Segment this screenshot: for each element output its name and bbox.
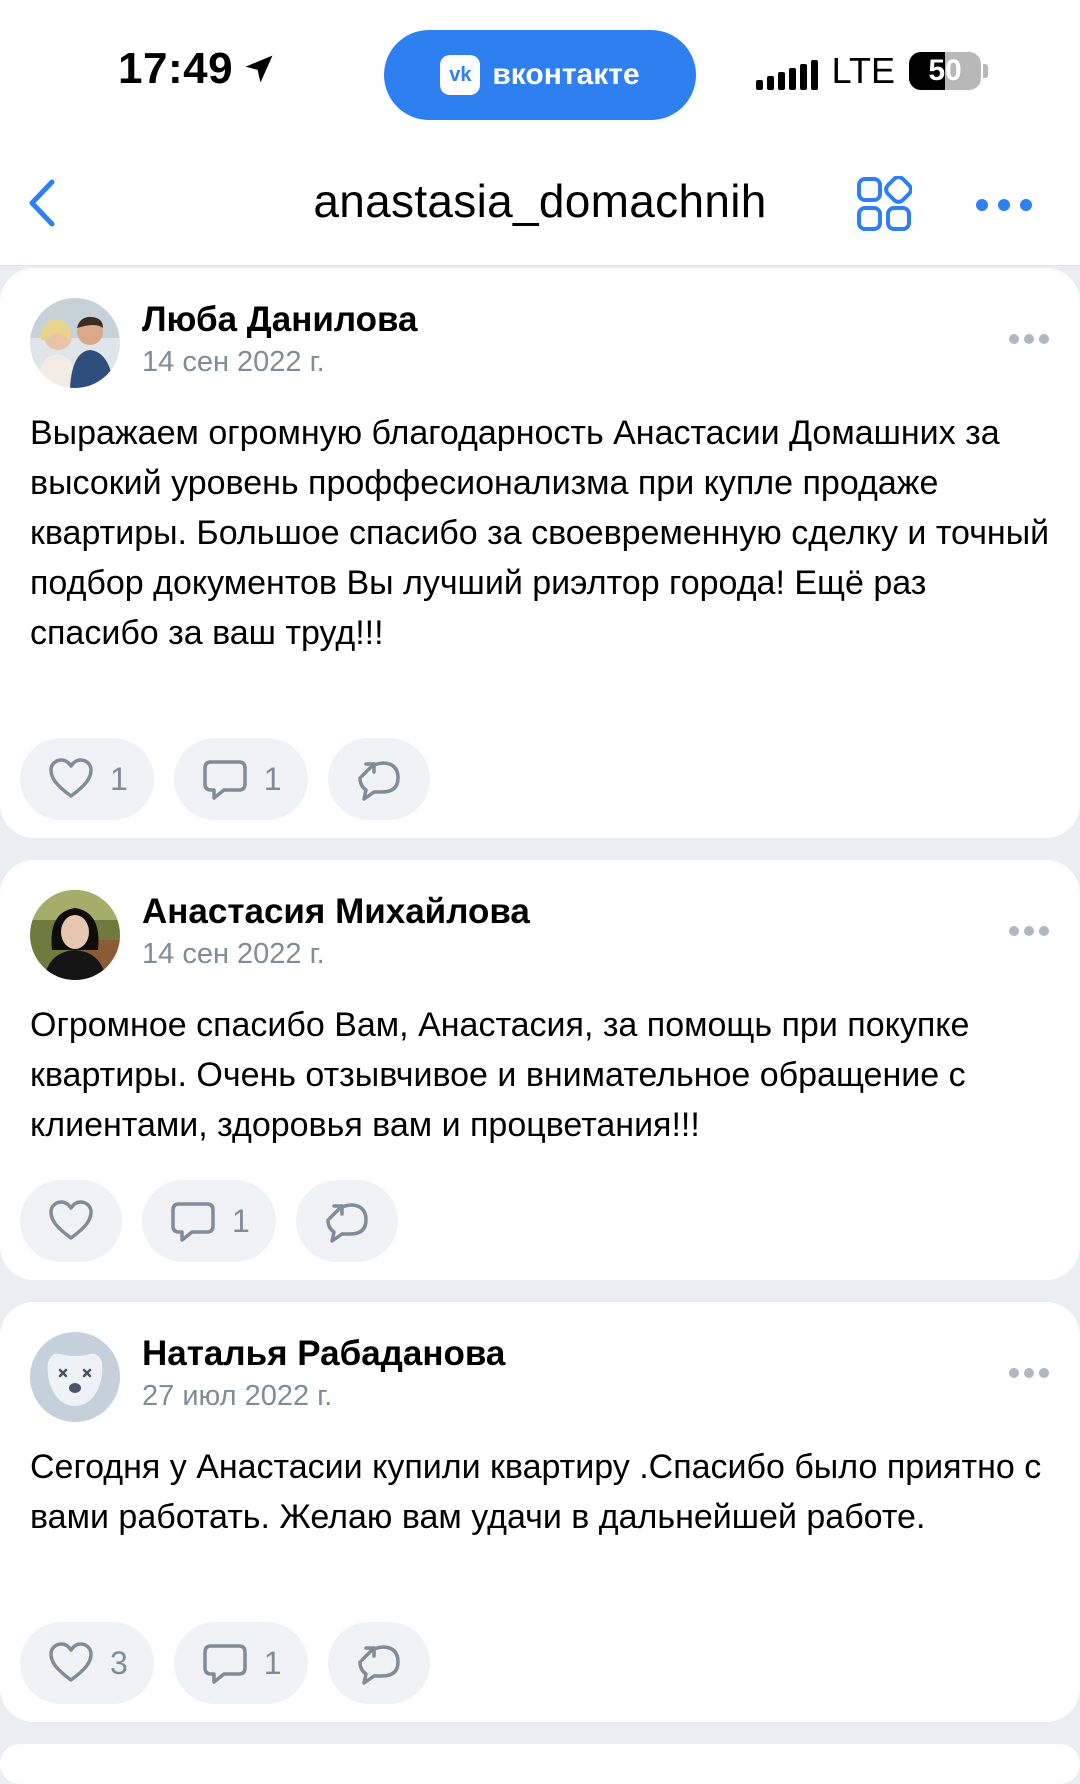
post-author[interactable]: Наталья Рабаданова [142, 1334, 505, 1374]
comment-button[interactable]: 1 [142, 1180, 276, 1262]
share-button[interactable] [295, 1180, 398, 1262]
post-author[interactable]: Люба Данилова [142, 300, 418, 340]
like-button[interactable] [20, 1180, 122, 1262]
vk-app-pill[interactable]: vk вконтакте [384, 30, 696, 120]
like-count: 1 [110, 760, 128, 797]
post-actions: 3 1 [20, 1622, 430, 1704]
battery-icon: 50 [909, 52, 981, 90]
post-date[interactable]: 14 сен 2022 г. [142, 346, 325, 379]
like-count: 3 [110, 1644, 128, 1681]
post-more-icon[interactable] [1008, 1366, 1050, 1380]
location-arrow-icon [245, 55, 273, 83]
share-icon [326, 1203, 368, 1243]
post-actions: 1 1 [20, 738, 430, 820]
post-text: Огромное спасибо Вам, Анастасия, за помо… [30, 1006, 970, 1144]
comment-icon [203, 760, 247, 800]
post-date[interactable]: 14 сен 2022 г. [142, 938, 325, 971]
avatar[interactable] [30, 1332, 120, 1422]
avatar[interactable] [30, 890, 120, 980]
comment-count: 1 [263, 1644, 282, 1681]
vk-logo-icon: vk [440, 55, 481, 95]
more-options-icon[interactable] [974, 195, 1034, 215]
post-text: Сегодня у Анастасии купили квартиру .Спа… [30, 1448, 1042, 1536]
post-more-icon[interactable] [1008, 924, 1050, 938]
status-time: 17:49 [118, 44, 277, 94]
status-indicators: LTE 50 [755, 50, 988, 92]
comment-icon [203, 1644, 247, 1684]
like-button[interactable]: 1 [20, 738, 154, 820]
apps-grid-icon[interactable] [856, 176, 912, 232]
avatar-photo-woman [30, 890, 120, 980]
share-icon [357, 761, 400, 801]
default-avatar-dog-icon [30, 1332, 120, 1422]
post-text: Выражаем огромную благодарность Анастаси… [30, 414, 1050, 652]
battery-tip [983, 64, 988, 78]
post-more-icon[interactable] [1008, 332, 1050, 346]
comment-icon [171, 1202, 215, 1242]
vk-app-label: вконтакте [492, 58, 640, 91]
share-button[interactable] [327, 1622, 430, 1704]
post-card-partial [0, 1744, 1080, 1784]
network-type: LTE [831, 50, 895, 91]
comment-count: 1 [232, 1202, 250, 1239]
cellular-signal-icon [755, 52, 818, 90]
comment-button[interactable]: 1 [173, 1622, 308, 1704]
like-button[interactable]: 3 [20, 1622, 154, 1704]
heart-icon [49, 1642, 93, 1682]
comment-count: 1 [263, 760, 282, 797]
nav-bar: anastasia_domachnih [0, 140, 1080, 266]
heart-icon [49, 1200, 93, 1240]
comment-button[interactable]: 1 [173, 738, 308, 820]
post-actions: 1 [20, 1180, 398, 1262]
post-card: Наталья Рабаданова 27 июл 2022 г. Сегодн… [0, 1302, 1080, 1722]
post-author[interactable]: Анастасия Михайлова [142, 892, 530, 932]
page-title: anastasia_domachnih [313, 175, 767, 227]
post-card: Анастасия Михайлова 14 сен 2022 г. Огром… [0, 860, 1080, 1280]
avatar-photo-couple [30, 298, 120, 388]
battery-percent: 50 [928, 54, 962, 87]
share-button[interactable] [327, 738, 430, 820]
status-bar: 17:49 vk вконтакте LTE 50 [0, 0, 1080, 140]
status-time-text: 17:49 [118, 44, 234, 93]
heart-icon [49, 758, 93, 798]
avatar[interactable] [30, 298, 120, 388]
post-date[interactable]: 27 июл 2022 г. [142, 1380, 332, 1413]
post-card: Люба Данилова 14 сен 2022 г. Выражаем ог… [0, 268, 1080, 838]
share-icon [357, 1645, 400, 1685]
